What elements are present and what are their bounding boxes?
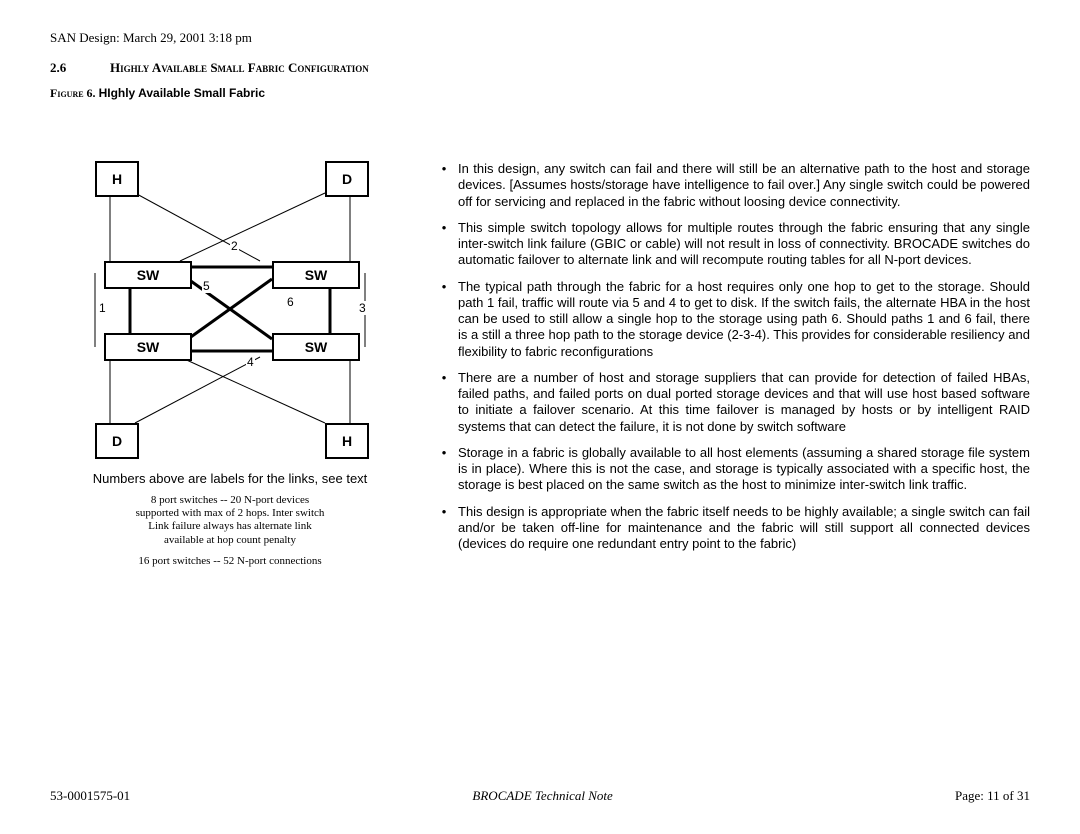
bullet-item: •Storage in a fabric is globally availab… (430, 445, 1030, 494)
bullet-item: •This simple switch topology allows for … (430, 220, 1030, 269)
figure-caption-line: Figure 6. HIghly Available Small Fabric (50, 86, 1030, 101)
bullet-item: •In this design, any switch can fail and… (430, 161, 1030, 210)
section-number: 2.6 (50, 60, 110, 76)
bullet-text: The typical path through the fabric for … (458, 279, 1030, 360)
bullet-list: •In this design, any switch can fail and… (430, 161, 1030, 568)
node-switch-bottom-left: SW (104, 333, 192, 361)
bullet-text: This simple switch topology allows for m… (458, 220, 1030, 269)
bullet-text: In this design, any switch can fail and … (458, 161, 1030, 210)
link-label-1: 1 (98, 301, 107, 315)
link-label-4: 4 (246, 355, 255, 369)
bullet-item: •The typical path through the fabric for… (430, 279, 1030, 360)
node-disk-bottom: D (95, 423, 139, 459)
diagram-note-line: supported with max of 2 hops. Inter swit… (50, 507, 410, 520)
page-footer: 53-0001575-01 BROCADE Technical Note Pag… (50, 788, 1030, 804)
bullet-text: This design is appropriate when the fabr… (458, 504, 1030, 553)
bullet-item: •There are a number of host and storage … (430, 370, 1030, 435)
running-header: SAN Design: March 29, 2001 3:18 pm (50, 30, 1030, 46)
footer-title: BROCADE Technical Note (472, 788, 612, 804)
diagram-note-line: available at hop count penalty (50, 534, 410, 547)
link-label-2: 2 (230, 239, 239, 253)
footer-docnum: 53-0001575-01 (50, 788, 130, 804)
node-host-top: H (95, 161, 139, 197)
node-switch-top-right: SW (272, 261, 360, 289)
link-label-5: 5 (202, 279, 211, 293)
node-switch-top-left: SW (104, 261, 192, 289)
bullet-item: •This design is appropriate when the fab… (430, 504, 1030, 553)
section-heading: 2.6 Highly Available Small Fabric Config… (50, 60, 1030, 76)
node-disk-top: D (325, 161, 369, 197)
bullet-text: There are a number of host and storage s… (458, 370, 1030, 435)
diagram-note-line: 8 port switches -- 20 N-port devices (50, 494, 410, 507)
diagram-note-line: 16 port switches -- 52 N-port connection… (50, 555, 410, 568)
footer-page: Page: 11 of 31 (955, 788, 1030, 804)
section-title: Highly Available Small Fabric Configurat… (110, 60, 369, 76)
bullet-text: Storage in a fabric is globally availabl… (458, 445, 1030, 494)
link-label-3: 3 (358, 301, 367, 315)
link-label-6: 6 (286, 295, 295, 309)
node-host-bottom: H (325, 423, 369, 459)
diagram-caption-main: Numbers above are labels for the links, … (50, 471, 410, 486)
figure-label: Figure 6. (50, 86, 96, 100)
node-switch-bottom-right: SW (272, 333, 360, 361)
fabric-diagram: H D SW SW SW SW D H 2 5 6 1 3 4 (80, 161, 380, 461)
figure-title: HIghly Available Small Fabric (99, 86, 266, 100)
diagram-note-line: Link failure always has alternate link (50, 520, 410, 533)
